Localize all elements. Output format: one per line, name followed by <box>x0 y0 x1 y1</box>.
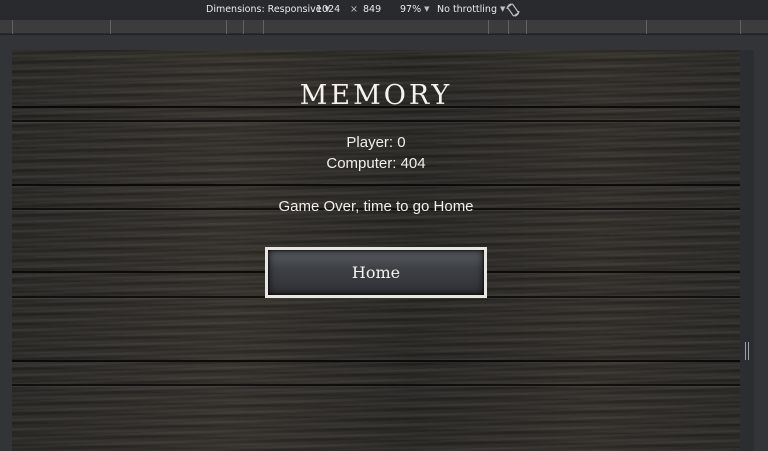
page-title: MEMORY <box>299 80 453 111</box>
width-input[interactable]: 1024 <box>316 4 340 15</box>
ruler-segment[interactable] <box>488 20 489 34</box>
page-viewport: MEMORY Player: 0 Computer: 404 Game Over… <box>12 50 740 451</box>
ruler-segment[interactable] <box>740 20 741 34</box>
ruler-segment[interactable] <box>263 20 264 34</box>
rotate-device-icon[interactable] <box>505 2 521 18</box>
player-score: Player: 0 <box>346 134 406 151</box>
resize-handle[interactable] <box>745 342 749 360</box>
ruler-segment[interactable] <box>243 20 244 34</box>
dimensions-label: Dimensions: Responsive <box>206 4 322 15</box>
ruler-segment[interactable] <box>12 20 13 34</box>
computer-score: Computer: 404 <box>326 155 426 172</box>
devtools-device-toolbar: Dimensions: Responsive ▼ 1024 × 849 97% ▼ … <box>0 0 768 20</box>
wood-plank-seam <box>12 360 740 362</box>
viewport-resize-strip <box>740 50 754 451</box>
ruler-segment[interactable] <box>526 20 527 34</box>
ruler-segment[interactable] <box>110 20 111 34</box>
zoom-dropdown[interactable]: 97% ▼ <box>400 4 430 15</box>
ruler-segment[interactable] <box>508 20 509 34</box>
caret-down-icon: ▼ <box>424 5 430 13</box>
zoom-label: 97% <box>400 4 422 15</box>
media-query-ruler <box>0 20 768 34</box>
dimensions-dropdown[interactable]: Dimensions: Responsive ▼ <box>206 4 330 15</box>
height-input[interactable]: 849 <box>363 4 381 15</box>
game-over-message: Game Over, time to go Home <box>278 198 474 215</box>
ruler-segment[interactable] <box>226 20 227 34</box>
times-separator: × <box>350 4 358 15</box>
ruler-segment[interactable] <box>646 20 647 34</box>
home-button[interactable]: Home <box>265 247 487 298</box>
wood-plank-seam <box>12 184 740 186</box>
throttling-label: No throttling <box>437 4 497 15</box>
throttling-dropdown[interactable]: No throttling ▼ <box>437 4 505 15</box>
